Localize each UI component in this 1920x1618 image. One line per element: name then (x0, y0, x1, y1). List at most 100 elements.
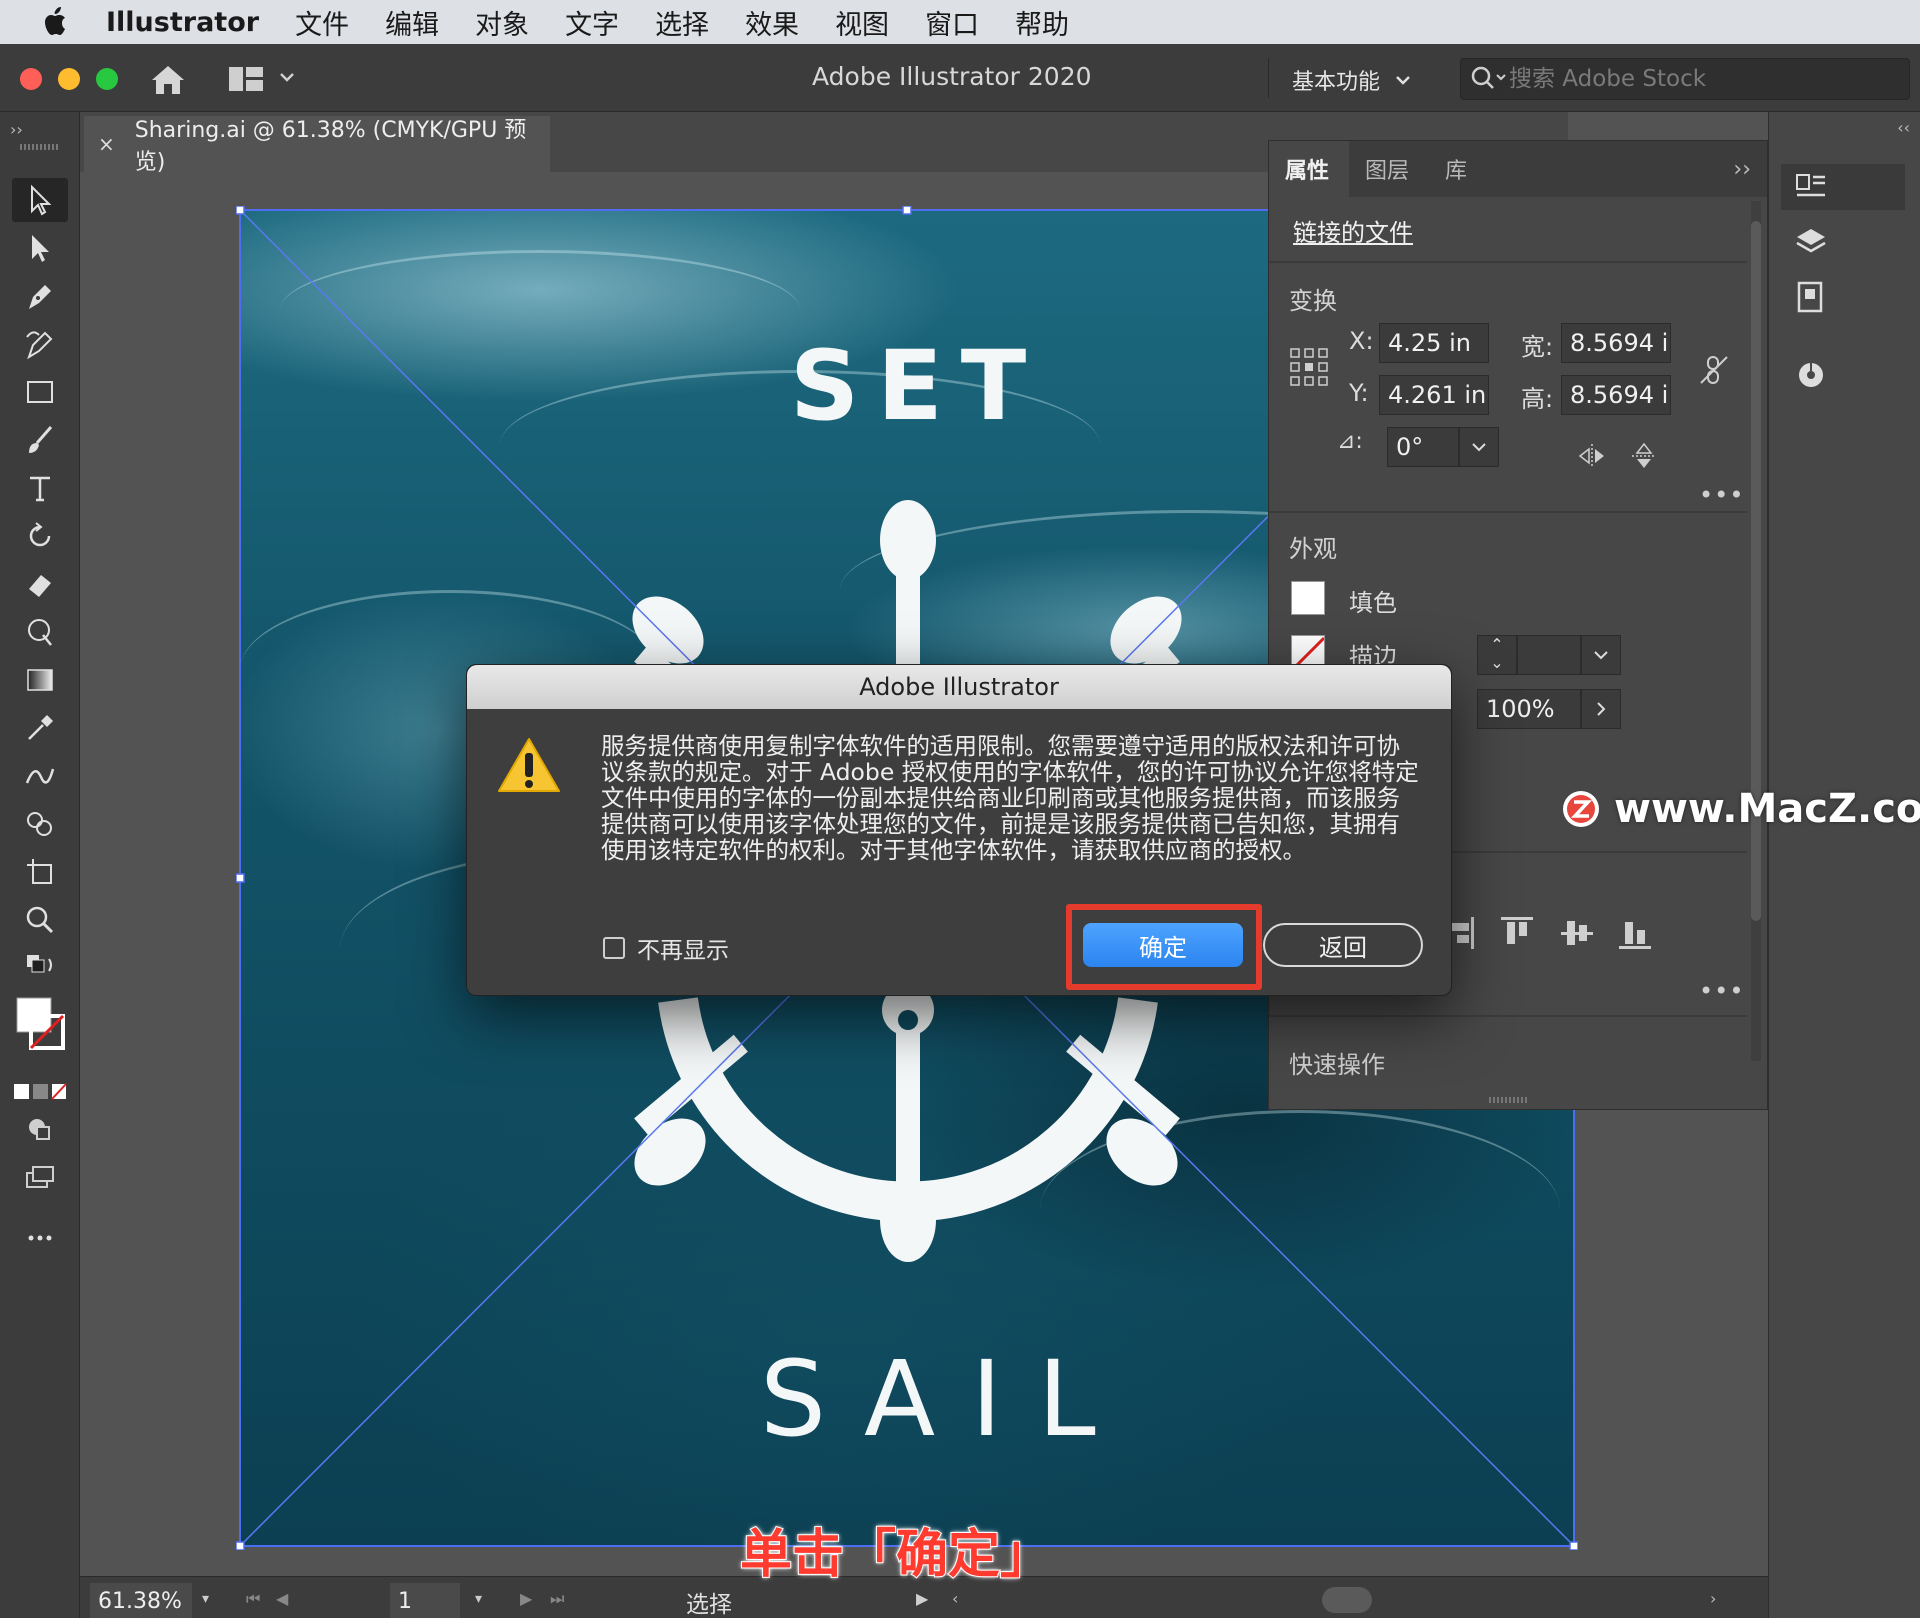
menu-effect[interactable]: 效果 (745, 3, 799, 42)
menu-edit[interactable]: 编辑 (385, 3, 439, 42)
color-none-gradient-icon (14, 1083, 67, 1100)
rotate-angle-dropdown[interactable] (1459, 427, 1499, 467)
window-zoom-button[interactable] (96, 68, 118, 90)
align-more-options-icon[interactable]: ••• (1699, 977, 1744, 1005)
menu-object[interactable]: 对象 (475, 3, 529, 42)
rotate-angle-field[interactable]: 0° (1387, 427, 1459, 467)
linked-file-link[interactable]: 链接的文件 (1293, 213, 1413, 248)
next-artboard-icon[interactable]: ▶ (520, 1589, 532, 1608)
stroke-weight-field[interactable] (1517, 635, 1581, 675)
align-top-icon[interactable] (1497, 913, 1537, 953)
rectangle-tool[interactable] (12, 370, 68, 414)
checkbox-box[interactable] (603, 937, 625, 959)
selection-tool[interactable] (12, 178, 68, 222)
window-minimize-button[interactable] (58, 68, 80, 90)
opacity-popup-button[interactable] (1581, 689, 1621, 729)
first-artboard-icon[interactable]: ⏮ (246, 1589, 260, 1609)
chevron-down-icon[interactable] (278, 70, 296, 84)
quick-actions-title: 快速操作 (1289, 1051, 1385, 1079)
blend-tool[interactable] (12, 754, 68, 798)
back-button[interactable]: 返回 (1263, 923, 1423, 967)
screen-mode-tool[interactable] (12, 1156, 68, 1200)
direct-selection-tool[interactable] (12, 226, 68, 270)
toolbar-grip[interactable] (20, 144, 60, 150)
y-position-field[interactable]: 4.261 in (1379, 375, 1489, 415)
x-position-field[interactable]: 4.25 in (1379, 323, 1489, 363)
status-menu-icon[interactable]: ▶ (916, 1589, 928, 1608)
previous-artboard-icon[interactable]: ◀ (276, 1589, 288, 1608)
document-tab[interactable]: × Sharing.ai @ 61.38% (CMYK/GPU 预览) (84, 116, 550, 175)
divider (1269, 261, 1747, 263)
eyedropper-tool[interactable] (12, 706, 68, 750)
fill-color-swatch[interactable] (1291, 581, 1325, 615)
panel-scrollbar[interactable] (1751, 201, 1761, 1061)
flip-horizontal-icon[interactable] (1577, 441, 1607, 471)
menu-view[interactable]: 视图 (835, 3, 889, 42)
stroke-weight-stepper[interactable]: ⌃ ⌄ (1477, 635, 1517, 675)
arrange-documents-icon[interactable] (228, 66, 264, 92)
menu-window[interactable]: 窗口 (925, 3, 979, 42)
zoom-level-field[interactable]: 61.38% (90, 1583, 192, 1618)
collapse-dock-icon[interactable]: ‹‹ (1897, 118, 1910, 137)
stock-search-input[interactable] (1509, 66, 1889, 92)
type-tool[interactable] (12, 466, 68, 510)
apple-logo-icon[interactable] (42, 6, 70, 38)
align-bottom-icon[interactable] (1615, 913, 1655, 953)
gradient-tool[interactable] (12, 658, 68, 702)
menu-type[interactable]: 文字 (565, 3, 619, 42)
divider (1269, 511, 1747, 513)
menu-select[interactable]: 选择 (655, 3, 709, 42)
tab-layers[interactable]: 图层 (1349, 141, 1429, 197)
scroll-left-icon[interactable]: ‹ (952, 1589, 958, 1608)
artboard-number-field[interactable]: 1 (390, 1583, 460, 1618)
artboard-tool[interactable] (12, 850, 68, 894)
reference-point-icon[interactable] (1289, 347, 1329, 387)
last-artboard-icon[interactable]: ⏭ (550, 1589, 564, 1609)
constrain-proportions-icon[interactable] (1697, 353, 1731, 387)
color-themes-dock-button[interactable] (1781, 352, 1905, 398)
transform-more-options-icon[interactable]: ••• (1699, 481, 1744, 509)
home-icon[interactable] (148, 62, 188, 98)
layers-dock-button[interactable] (1781, 220, 1905, 266)
dont-show-again-checkbox[interactable]: 不再显示 (603, 931, 729, 965)
fill-stroke-swatches[interactable] (12, 992, 68, 1062)
width-field[interactable]: 8.5694 in (1561, 323, 1671, 363)
zoom-dropdown-icon[interactable]: ▾ (202, 1591, 209, 1607)
paintbrush-tool[interactable] (12, 418, 68, 462)
menu-file[interactable]: 文件 (295, 3, 349, 42)
shape-builder-tool[interactable] (12, 802, 68, 846)
close-tab-icon[interactable]: × (98, 132, 115, 156)
horizontal-scrollbar-thumb[interactable] (1322, 1587, 1372, 1613)
align-vertical-center-icon[interactable] (1557, 913, 1597, 953)
menu-help[interactable]: 帮助 (1015, 3, 1069, 42)
pen-tool[interactable] (12, 274, 68, 318)
menu-app-name[interactable]: Illustrator (106, 7, 259, 38)
window-close-button[interactable] (20, 68, 42, 90)
fill-label: 填色 (1349, 589, 1397, 617)
curvature-tool[interactable] (12, 322, 68, 366)
chevron-down-icon (1594, 651, 1608, 660)
rotate-tool[interactable] (12, 514, 68, 558)
stroke-weight-dropdown[interactable] (1581, 635, 1621, 675)
tab-properties[interactable]: 属性 (1269, 141, 1349, 197)
swap-fill-stroke[interactable] (12, 946, 68, 990)
gradient-icon (27, 669, 53, 691)
workspace-switcher[interactable]: 基本功能 (1268, 58, 1412, 98)
edit-toolbar-button[interactable] (12, 1216, 68, 1260)
scroll-right-icon[interactable]: › (1710, 1589, 1716, 1608)
artboard-dropdown-icon[interactable]: ▾ (475, 1591, 482, 1607)
puppet-warp-tool[interactable] (12, 610, 68, 654)
opacity-field[interactable]: 100% (1477, 689, 1581, 729)
flip-vertical-icon[interactable] (1629, 441, 1659, 471)
draw-mode-tool[interactable] (12, 1108, 68, 1152)
libraries-dock-button[interactable] (1781, 274, 1905, 320)
adobe-stock-search[interactable] (1460, 58, 1910, 100)
eraser-tool[interactable] (12, 562, 68, 606)
panel-menu-icon[interactable]: ›› (1733, 157, 1751, 182)
panel-resize-grip[interactable] (1489, 1097, 1529, 1103)
tab-libraries[interactable]: 库 (1429, 141, 1499, 197)
zoom-tool[interactable] (12, 898, 68, 942)
height-field[interactable]: 8.5694 in (1561, 375, 1671, 415)
properties-dock-button[interactable] (1781, 164, 1905, 210)
collapse-toolbar-icon[interactable]: ›› (10, 120, 23, 139)
